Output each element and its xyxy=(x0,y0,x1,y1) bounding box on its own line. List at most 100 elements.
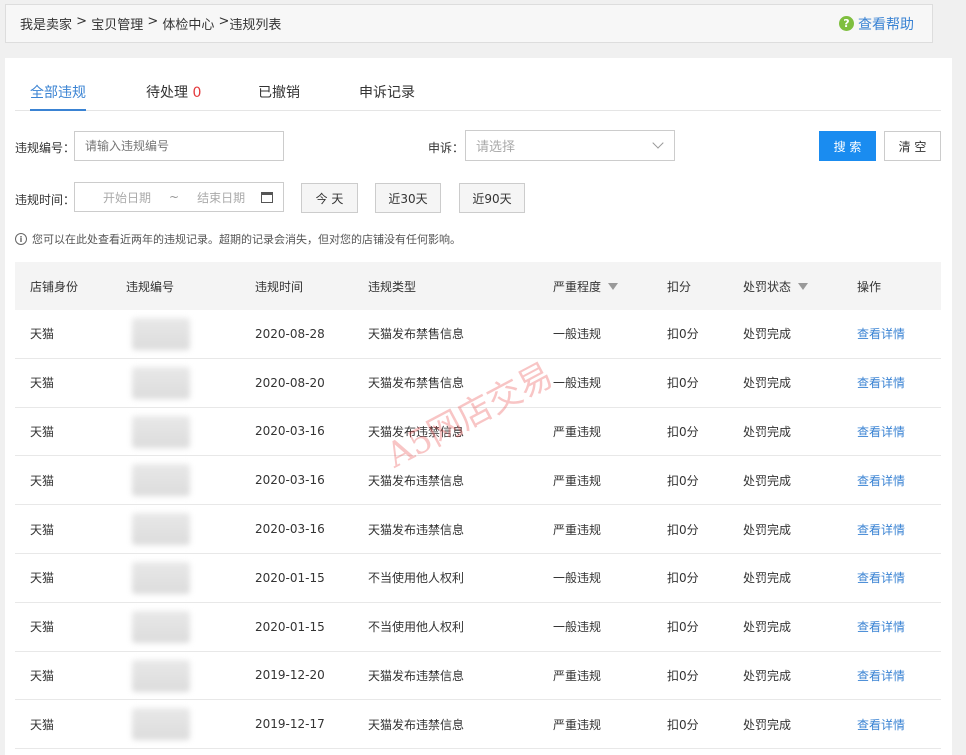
filter-icon[interactable] xyxy=(608,282,619,290)
view-details-link[interactable]: 查看详情 xyxy=(857,505,905,553)
date-range-picker[interactable]: 开始日期 ~ 结束日期 xyxy=(74,182,284,212)
header-penalty-status: 处罚状态 xyxy=(743,262,809,310)
table-header: 店铺身份 违规编号 违规时间 违规类型 严重程度 扣分 处罚状态 操作 xyxy=(15,262,941,310)
tab-all-violations[interactable]: 全部违规 xyxy=(30,82,86,111)
cell-severity: 严重违规 xyxy=(553,522,602,537)
breadcrumb: 我是卖家 > 宝贝管理 > 体检中心 > 违规列表 xyxy=(20,14,281,33)
info-icon: i xyxy=(15,233,27,245)
tab-bar: 全部违规 待处理 0 已撤销 申诉记录 xyxy=(15,72,941,111)
violation-time-label: 违规时间： xyxy=(15,193,76,207)
chevron-down-icon xyxy=(652,137,664,149)
view-details-link[interactable]: 查看详情 xyxy=(857,359,905,407)
header-shop-identity: 店铺身份 xyxy=(30,279,79,294)
cell-penalty-status: 处罚完成 xyxy=(743,327,792,342)
cell-deduction: 扣0分 xyxy=(667,717,699,732)
table-row: 天猫 2020-03-16 天猫发布违禁信息 严重违规 扣0分 处罚完成 查看详情 xyxy=(15,408,941,457)
cell-deduction: 扣0分 xyxy=(667,327,699,342)
cell-severity: 一般违规 xyxy=(553,376,602,391)
table-body: 天猫 2020-08-28 天猫发布禁售信息 一般违规 扣0分 处罚完成 查看详情 天猫 202… xyxy=(15,310,941,750)
view-details-link[interactable]: 查看详情 xyxy=(857,700,905,748)
cell-violation-type: 天猫发布禁售信息 xyxy=(368,327,465,342)
tab-revoked[interactable]: 已撤销 xyxy=(258,82,300,111)
breadcrumb-item-health-center[interactable]: 体检中心 xyxy=(162,14,214,33)
cell-deduction: 扣0分 xyxy=(667,473,699,488)
cell-violation-type: 天猫发布违禁信息 xyxy=(368,717,465,732)
view-details-link[interactable]: 查看详情 xyxy=(857,652,905,700)
tab-pending[interactable]: 待处理 0 xyxy=(146,82,201,111)
breadcrumb-item-seller[interactable]: 我是卖家 xyxy=(20,14,72,33)
cell-shop-identity: 天猫 xyxy=(30,717,55,732)
cell-severity: 严重违规 xyxy=(553,424,602,439)
retention-notice: i 您可以在此处查看近两年的违规记录。超期的记录会消失，但对您的店铺没有任何影响… xyxy=(15,231,461,247)
cell-shop-identity: 天猫 xyxy=(30,522,55,537)
cell-violation-type: 不当使用他人权利 xyxy=(368,620,465,635)
header-violation-id: 违规编号 xyxy=(126,279,175,294)
cell-deduction: 扣0分 xyxy=(667,424,699,439)
clear-button[interactable]: 清 空 xyxy=(884,131,941,161)
breadcrumb-separator: > xyxy=(143,14,163,29)
cell-severity: 一般违规 xyxy=(553,620,602,635)
cell-deduction: 扣0分 xyxy=(667,620,699,635)
redacted-violation-id xyxy=(132,610,190,643)
cell-shop-identity: 天猫 xyxy=(30,571,55,586)
view-details-link[interactable]: 查看详情 xyxy=(857,408,905,456)
breadcrumb-item-violation-list: 违规列表 xyxy=(229,18,282,33)
cell-penalty-status: 处罚完成 xyxy=(743,522,792,537)
breadcrumb-separator: > xyxy=(72,14,92,29)
table-row: 天猫 2020-01-15 不当使用他人权利 一般违规 扣0分 处罚完成 查看详情 xyxy=(15,603,941,652)
help-label: 查看帮助 xyxy=(858,16,914,33)
header-deduction: 扣分 xyxy=(667,279,692,294)
tab-label: 待处理 xyxy=(146,85,188,101)
today-button[interactable]: 今 天 xyxy=(301,183,358,213)
cell-violation-time: 2020-03-16 xyxy=(255,522,325,537)
view-details-link[interactable]: 查看详情 xyxy=(857,310,905,358)
cell-shop-identity: 天猫 xyxy=(30,620,55,635)
header-penalty-status-label: 处罚状态 xyxy=(743,279,792,294)
view-details-link[interactable]: 查看详情 xyxy=(857,554,905,602)
tab-label: 已撤销 xyxy=(258,85,300,101)
appeal-label: 申诉： xyxy=(428,141,465,155)
view-details-link[interactable]: 查看详情 xyxy=(857,603,905,651)
cell-severity: 严重违规 xyxy=(553,668,602,683)
redacted-violation-id xyxy=(132,415,190,448)
appeal-select-placeholder: 请选择 xyxy=(476,140,516,155)
cell-deduction: 扣0分 xyxy=(667,571,699,586)
tab-label: 申诉记录 xyxy=(359,85,415,101)
appeal-select[interactable]: 请选择 xyxy=(465,130,675,161)
header-severity: 严重程度 xyxy=(553,262,619,310)
cell-severity: 严重违规 xyxy=(553,473,602,488)
last-30-days-button[interactable]: 近30天 xyxy=(375,183,441,213)
help-link[interactable]: ? 查看帮助 xyxy=(839,14,914,34)
view-details-link[interactable]: 查看详情 xyxy=(857,456,905,504)
redacted-violation-id xyxy=(132,464,190,497)
calendar-icon xyxy=(261,192,273,203)
violation-id-input[interactable] xyxy=(74,131,284,161)
redacted-violation-id xyxy=(132,318,190,350)
header-action: 操作 xyxy=(857,279,882,294)
pending-count-badge: 0 xyxy=(192,85,202,101)
breadcrumb-item-goods[interactable]: 宝贝管理 xyxy=(91,14,143,33)
search-button[interactable]: 搜 索 xyxy=(819,131,876,161)
table-row: 天猫 2020-08-28 天猫发布禁售信息 一般违规 扣0分 处罚完成 查看详情 xyxy=(15,310,941,359)
filter-icon[interactable] xyxy=(798,282,809,290)
cell-violation-time: 2020-08-20 xyxy=(255,375,325,390)
cell-shop-identity: 天猫 xyxy=(30,473,55,488)
table-row: 天猫 2020-03-16 天猫发布违禁信息 严重违规 扣0分 处罚完成 查看详情 xyxy=(15,505,941,554)
redacted-violation-id xyxy=(132,561,190,594)
table-row: 天猫 2020-01-15 不当使用他人权利 一般违规 扣0分 处罚完成 查看详情 xyxy=(15,554,941,603)
cell-penalty-status: 处罚完成 xyxy=(743,473,792,488)
end-date-field[interactable]: 结束日期 xyxy=(197,189,245,206)
cell-shop-identity: 天猫 xyxy=(30,376,55,391)
cell-shop-identity: 天猫 xyxy=(30,668,55,683)
redacted-violation-id xyxy=(132,513,190,546)
main-panel: 全部违规 待处理 0 已撤销 申诉记录 违规编号： 申诉： 请选择 搜 索 清 … xyxy=(5,58,952,755)
cell-severity: 严重违规 xyxy=(553,717,602,732)
last-90-days-button[interactable]: 近90天 xyxy=(459,183,525,213)
tab-appeal-records[interactable]: 申诉记录 xyxy=(359,82,415,111)
redacted-violation-id xyxy=(132,659,190,692)
start-date-field[interactable]: 开始日期 xyxy=(103,189,151,206)
cell-violation-type: 天猫发布禁售信息 xyxy=(368,376,465,391)
table-row: 天猫 2020-08-20 天猫发布禁售信息 一般违规 扣0分 处罚完成 查看详情 xyxy=(15,359,941,408)
cell-deduction: 扣0分 xyxy=(667,376,699,391)
violation-id-label: 违规编号： xyxy=(15,141,76,155)
